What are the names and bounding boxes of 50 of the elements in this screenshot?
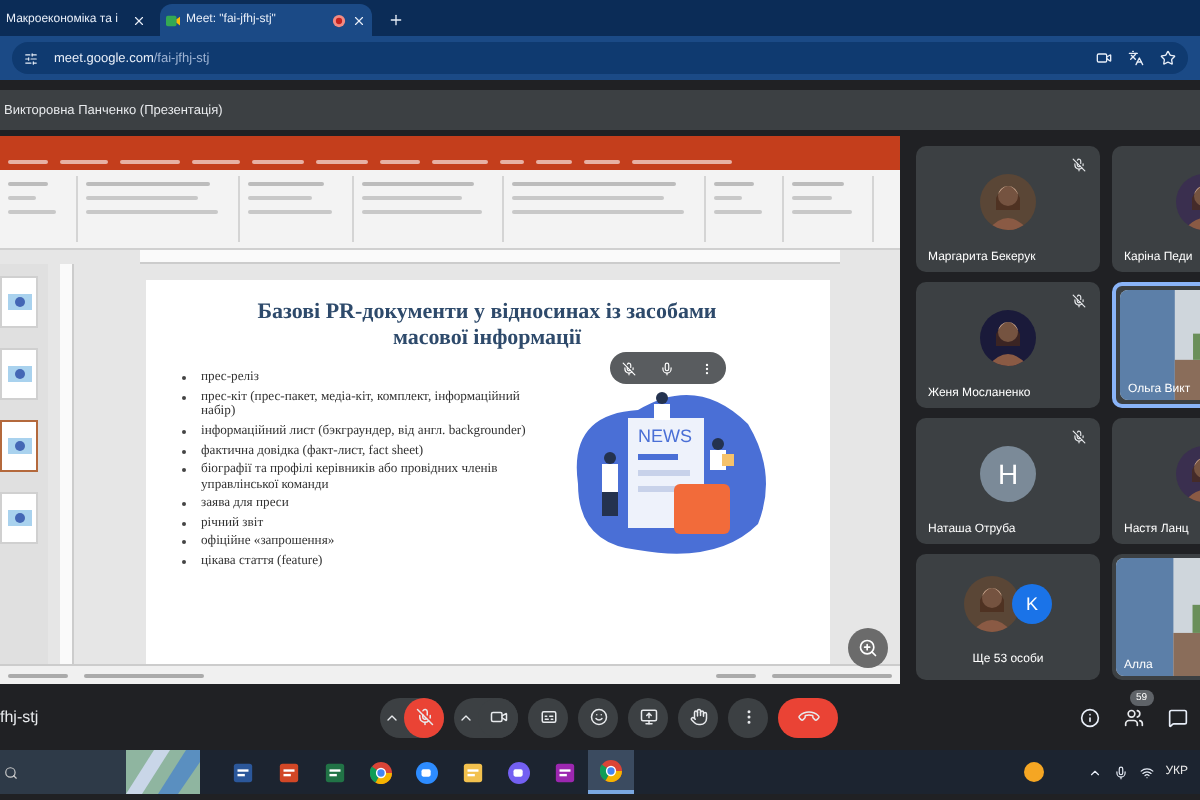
search-icon bbox=[4, 765, 18, 779]
slide-title: Базові PR-документи у відносинах із засобами масової інформації bbox=[257, 300, 717, 351]
browser-icon[interactable] bbox=[370, 761, 392, 783]
camera-icon bbox=[489, 708, 507, 726]
emoji-button[interactable] bbox=[578, 697, 618, 737]
meeting-code: fhj-stj bbox=[0, 708, 41, 726]
camera-icon[interactable] bbox=[1096, 50, 1112, 66]
zoom-button[interactable] bbox=[848, 628, 888, 668]
microphone-icon bbox=[660, 361, 675, 375]
translate-icon[interactable] bbox=[1128, 50, 1144, 66]
meet-icon bbox=[166, 13, 180, 27]
site-settings-icon[interactable] bbox=[24, 51, 38, 65]
close-tab-icon[interactable] bbox=[352, 13, 366, 27]
smiley-icon bbox=[589, 708, 607, 726]
presenter-controls[interactable] bbox=[610, 352, 726, 384]
video-call-icon[interactable] bbox=[416, 761, 438, 783]
end-call-button[interactable] bbox=[778, 697, 838, 737]
mic-off-icon bbox=[622, 361, 637, 375]
bookmark-star-icon[interactable] bbox=[1160, 50, 1176, 66]
wifi-icon[interactable] bbox=[1139, 765, 1154, 779]
document-icon[interactable] bbox=[232, 761, 254, 783]
mic-off-icon bbox=[1072, 294, 1086, 308]
raise-hand-button[interactable] bbox=[678, 697, 718, 737]
hand-icon bbox=[689, 708, 707, 726]
new-tab-icon[interactable] bbox=[388, 12, 404, 28]
captions-button[interactable] bbox=[528, 697, 568, 737]
captions-icon bbox=[539, 708, 557, 726]
status-icon[interactable] bbox=[1023, 762, 1044, 782]
zoom-in-icon bbox=[858, 638, 878, 658]
mic-off-icon bbox=[415, 708, 433, 726]
microphone-button[interactable] bbox=[404, 697, 444, 737]
mic-off-icon bbox=[1072, 158, 1086, 172]
chat-icon[interactable] bbox=[1168, 707, 1188, 727]
slide-thumbnail[interactable] bbox=[0, 420, 38, 472]
present-button[interactable] bbox=[628, 697, 668, 737]
folder-icon[interactable] bbox=[462, 761, 484, 783]
avatar-initial: Н bbox=[980, 445, 1036, 501]
chat-app-icon[interactable] bbox=[508, 761, 530, 783]
people-icon bbox=[1124, 707, 1144, 727]
chevron-up-icon[interactable] bbox=[1087, 765, 1102, 779]
mic-off-icon bbox=[1072, 430, 1086, 444]
browser-icon[interactable] bbox=[600, 759, 622, 781]
screen-share-icon bbox=[639, 708, 657, 726]
close-tab-icon[interactable] bbox=[132, 13, 146, 27]
microphone-icon[interactable] bbox=[1113, 765, 1128, 779]
presentation-icon[interactable] bbox=[278, 761, 300, 783]
avatar-initial: K bbox=[1012, 583, 1052, 623]
spreadsheet-icon[interactable] bbox=[324, 761, 346, 783]
ide-icon[interactable] bbox=[554, 761, 576, 783]
info-icon[interactable] bbox=[1080, 707, 1100, 727]
